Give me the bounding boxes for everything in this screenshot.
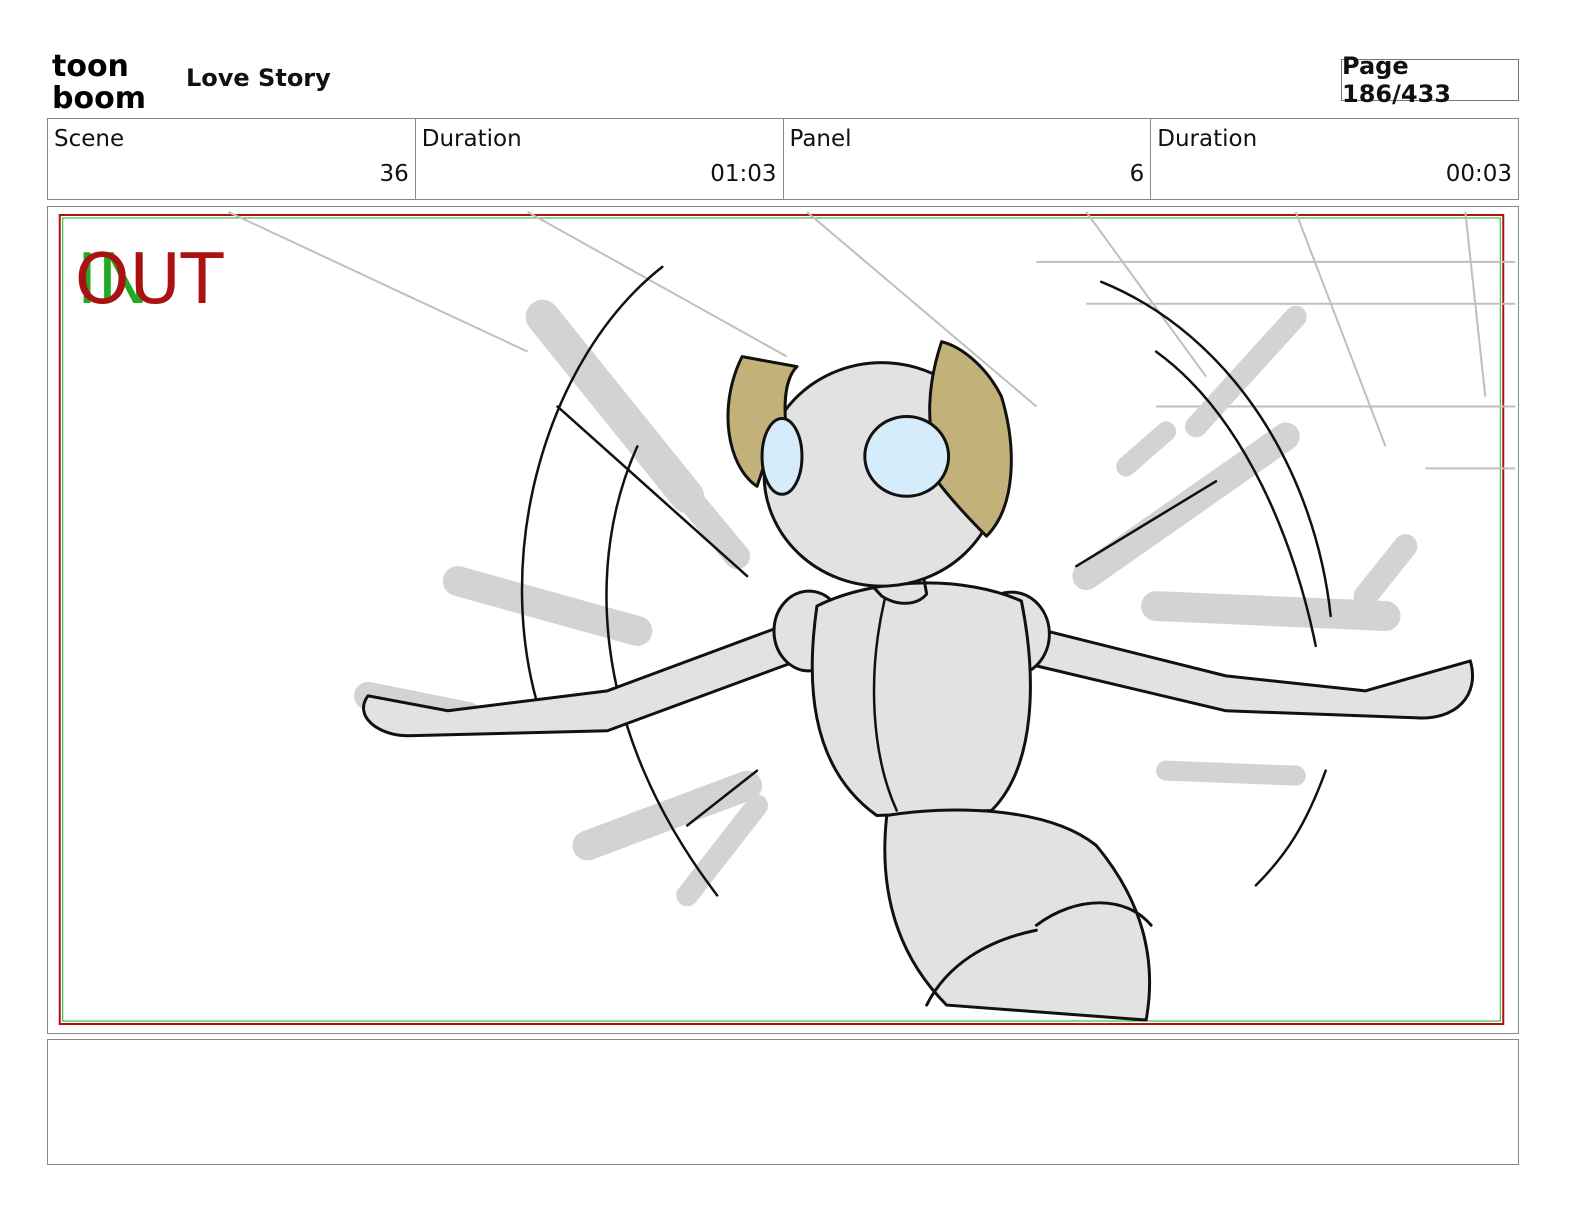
panel-label: Panel <box>789 126 852 152</box>
logo-top-text: toon <box>52 50 129 84</box>
left-arm <box>362 624 799 738</box>
project-title: Love Story <box>186 64 331 92</box>
scene-label: Scene <box>54 126 125 152</box>
left-eye <box>760 416 804 496</box>
panel-duration-cell: Duration 00:03 <box>1151 119 1518 199</box>
scene-duration-label: Duration <box>421 126 522 152</box>
info-row: Scene 36 Duration 01:03 Panel 6 Duration… <box>47 118 1519 200</box>
panel-frame: IN OUT <box>47 206 1519 1034</box>
panel-value: 6 <box>1129 161 1145 187</box>
scene-cell: Scene 36 <box>48 119 416 199</box>
toon-boom-logo: toon boom <box>52 50 146 112</box>
panel-duration-label: Duration <box>1157 126 1258 152</box>
scene-value: 36 <box>379 161 409 187</box>
hips <box>883 808 1152 1022</box>
right-arm <box>1024 624 1474 720</box>
torso <box>810 581 1032 818</box>
caption-box <box>47 1039 1519 1165</box>
scene-duration-cell: Duration 01:03 <box>416 119 784 199</box>
page-number: Page 186/433 <box>1341 52 1519 108</box>
right-eye <box>863 414 951 498</box>
logo-bottom-text: boom <box>52 81 146 112</box>
scene-duration-value: 01:03 <box>710 161 777 187</box>
panel-cell: Panel 6 <box>784 119 1152 199</box>
storyboard-drawing: IN OUT <box>58 211 1516 1026</box>
out-marker: OUT <box>75 239 224 320</box>
character <box>362 340 1474 1022</box>
panel-duration-value: 00:03 <box>1445 161 1512 187</box>
